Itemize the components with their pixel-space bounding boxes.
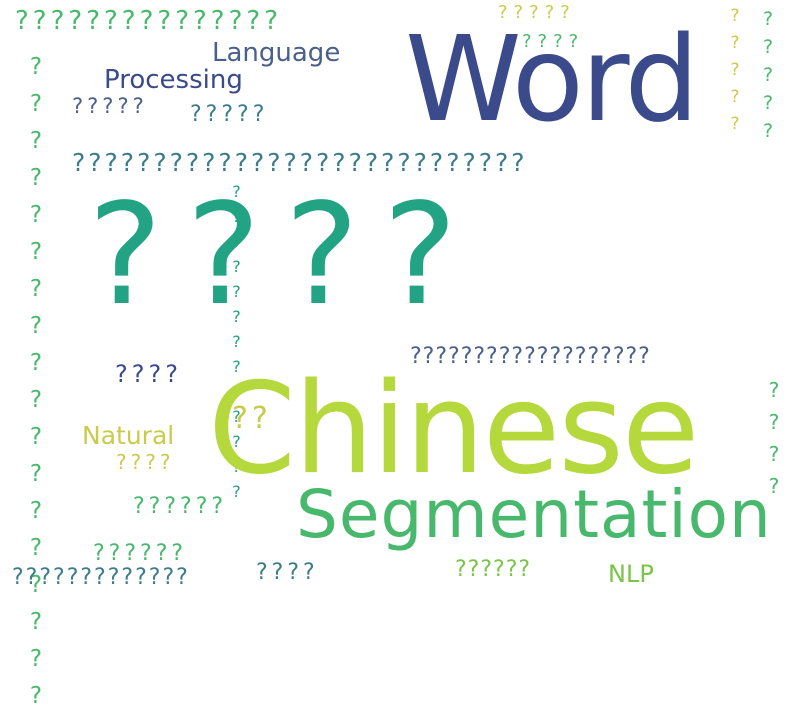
word-natural: Natural <box>82 421 175 450</box>
word-bottom-right: ?????? <box>455 557 532 582</box>
word-segmentation: Segmentation <box>296 476 772 553</box>
word-row-c: ?????? <box>133 494 228 519</box>
word-top-left: ??????????????? <box>15 6 282 36</box>
word-left-row: ???? <box>115 360 182 388</box>
word-processing: Processing <box>104 65 243 95</box>
word-nlp: NLP <box>608 560 654 588</box>
word-big-boxes: ???? <box>88 174 482 337</box>
word-chinese: Chinese <box>208 355 699 502</box>
word-bottom-left: ????????????? <box>12 565 190 590</box>
word-natural-boxes: ???? <box>116 450 175 474</box>
word-pair: ?? <box>232 401 272 436</box>
word-language: Language <box>212 38 341 68</box>
word-vertical-right-a: ????? <box>725 6 745 141</box>
word-row-d: ?????? <box>93 541 188 566</box>
word-word: Word <box>405 10 699 148</box>
word-long-row: ???????????????????????????? <box>72 148 528 177</box>
word-row-a: ????? <box>72 94 148 118</box>
word-bottom-mid: ???? <box>256 560 319 585</box>
word-vertical-right-b: ????? <box>757 8 779 148</box>
word-vertical-left: ?????????????????? <box>23 54 49 720</box>
word-row-b: ????? <box>190 102 269 127</box>
